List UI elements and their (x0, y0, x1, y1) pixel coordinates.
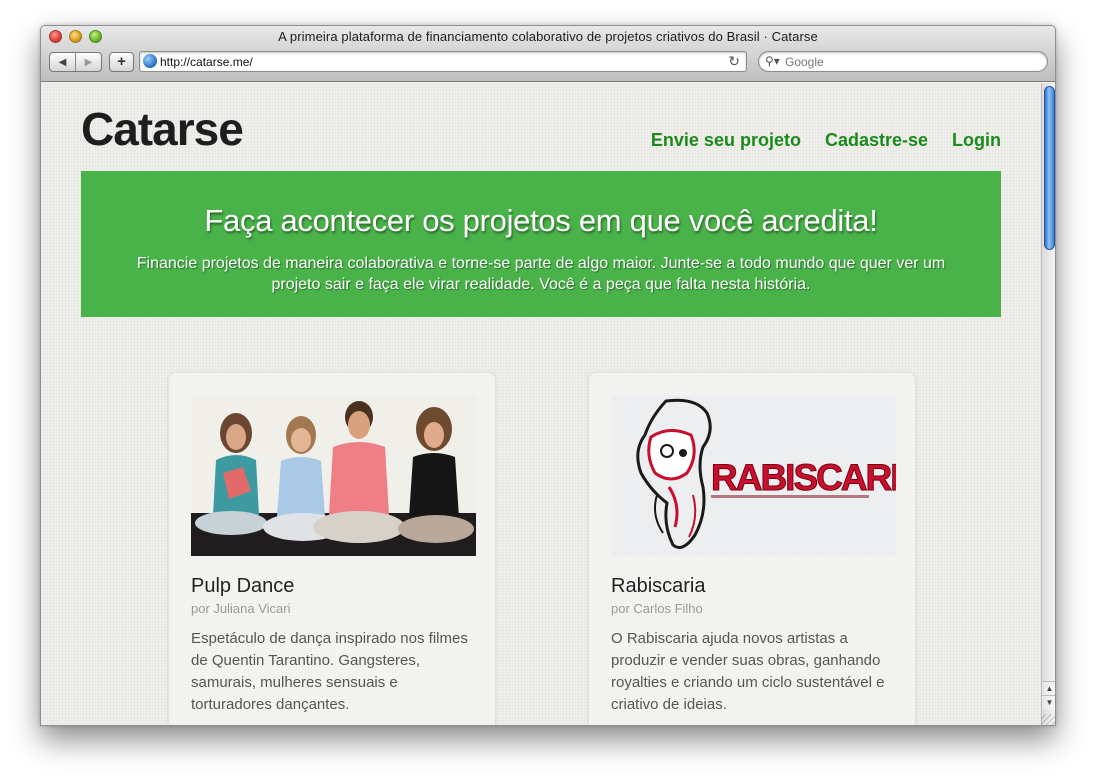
top-nav: Envie seu projeto Cadastre-se Login (651, 130, 1001, 151)
project-title[interactable]: Pulp Dance (191, 575, 294, 598)
address-bar[interactable]: http://catarse.me/ ↻ (139, 51, 747, 72)
title-bar: A primeira plataforma de financiamento c… (41, 26, 1055, 82)
hero-banner: Faça acontecer os projetos em que você a… (81, 171, 1001, 317)
scroll-up-arrow-icon[interactable]: ▲ (1042, 681, 1055, 695)
project-card[interactable]: RABISCARIA Rabiscaria por Carlos Filho O… (588, 372, 916, 725)
project-description: Espetáculo de dança inspirado nos filmes… (191, 630, 468, 713)
scrollbar-thumb[interactable] (1044, 86, 1055, 250)
forward-button[interactable]: ▶ (75, 53, 101, 71)
hero-title: Faça acontecer os projetos em que você a… (204, 203, 878, 238)
scroll-down-arrow-icon[interactable]: ▼ (1042, 695, 1055, 709)
project-author[interactable]: por Carlos Filho (611, 601, 703, 616)
vertical-scrollbar[interactable]: ▲ ▼ (1041, 83, 1055, 725)
browser-window: A primeira plataforma de financiamento c… (40, 25, 1056, 726)
url-text[interactable]: http://catarse.me/ (160, 55, 253, 69)
back-arrow-icon: ◀ (58, 56, 67, 68)
search-box[interactable]: ⚲▾ (758, 51, 1048, 72)
search-input[interactable] (785, 54, 1035, 69)
back-button[interactable]: ◀ (50, 53, 75, 71)
globe-icon (143, 54, 157, 68)
rabiscaria-logo-image: RABISCARIA (611, 395, 896, 556)
project-title[interactable]: Rabiscaria (611, 575, 705, 598)
dancers-photo (191, 395, 476, 556)
back-forward-buttons: ◀ ▶ (49, 52, 102, 72)
forward-arrow-icon: ▶ (84, 56, 93, 68)
project-author[interactable]: por Juliana Vicari (191, 601, 290, 616)
project-image-rabiscaria[interactable]: RABISCARIA (611, 395, 896, 556)
hero-subtitle: Financie projetos de maneira colaborativ… (136, 255, 946, 293)
site-logo[interactable]: Catarse (81, 102, 244, 156)
window-title: A primeira plataforma de financiamento c… (278, 29, 818, 44)
resize-grip-icon[interactable] (1041, 714, 1055, 725)
project-image-pulp-dance[interactable] (191, 395, 476, 556)
project-description: O Rabiscaria ajuda novos artistas a prod… (611, 630, 885, 713)
add-bookmark-button[interactable]: + (109, 52, 134, 72)
nav-link-login[interactable]: Login (952, 130, 1001, 151)
rabiscaria-logo-text: RABISCARIA (711, 457, 896, 498)
search-icon[interactable]: ⚲▾ (765, 54, 780, 68)
page-content: Catarse Envie seu projeto Cadastre-se Lo… (41, 83, 1041, 725)
nav-link-submit-project[interactable]: Envie seu projeto (651, 130, 801, 151)
reload-icon[interactable]: ↻ (728, 53, 740, 70)
nav-link-signup[interactable]: Cadastre-se (825, 130, 928, 151)
project-card[interactable]: Pulp Dance por Juliana Vicari Espetáculo… (168, 372, 496, 725)
